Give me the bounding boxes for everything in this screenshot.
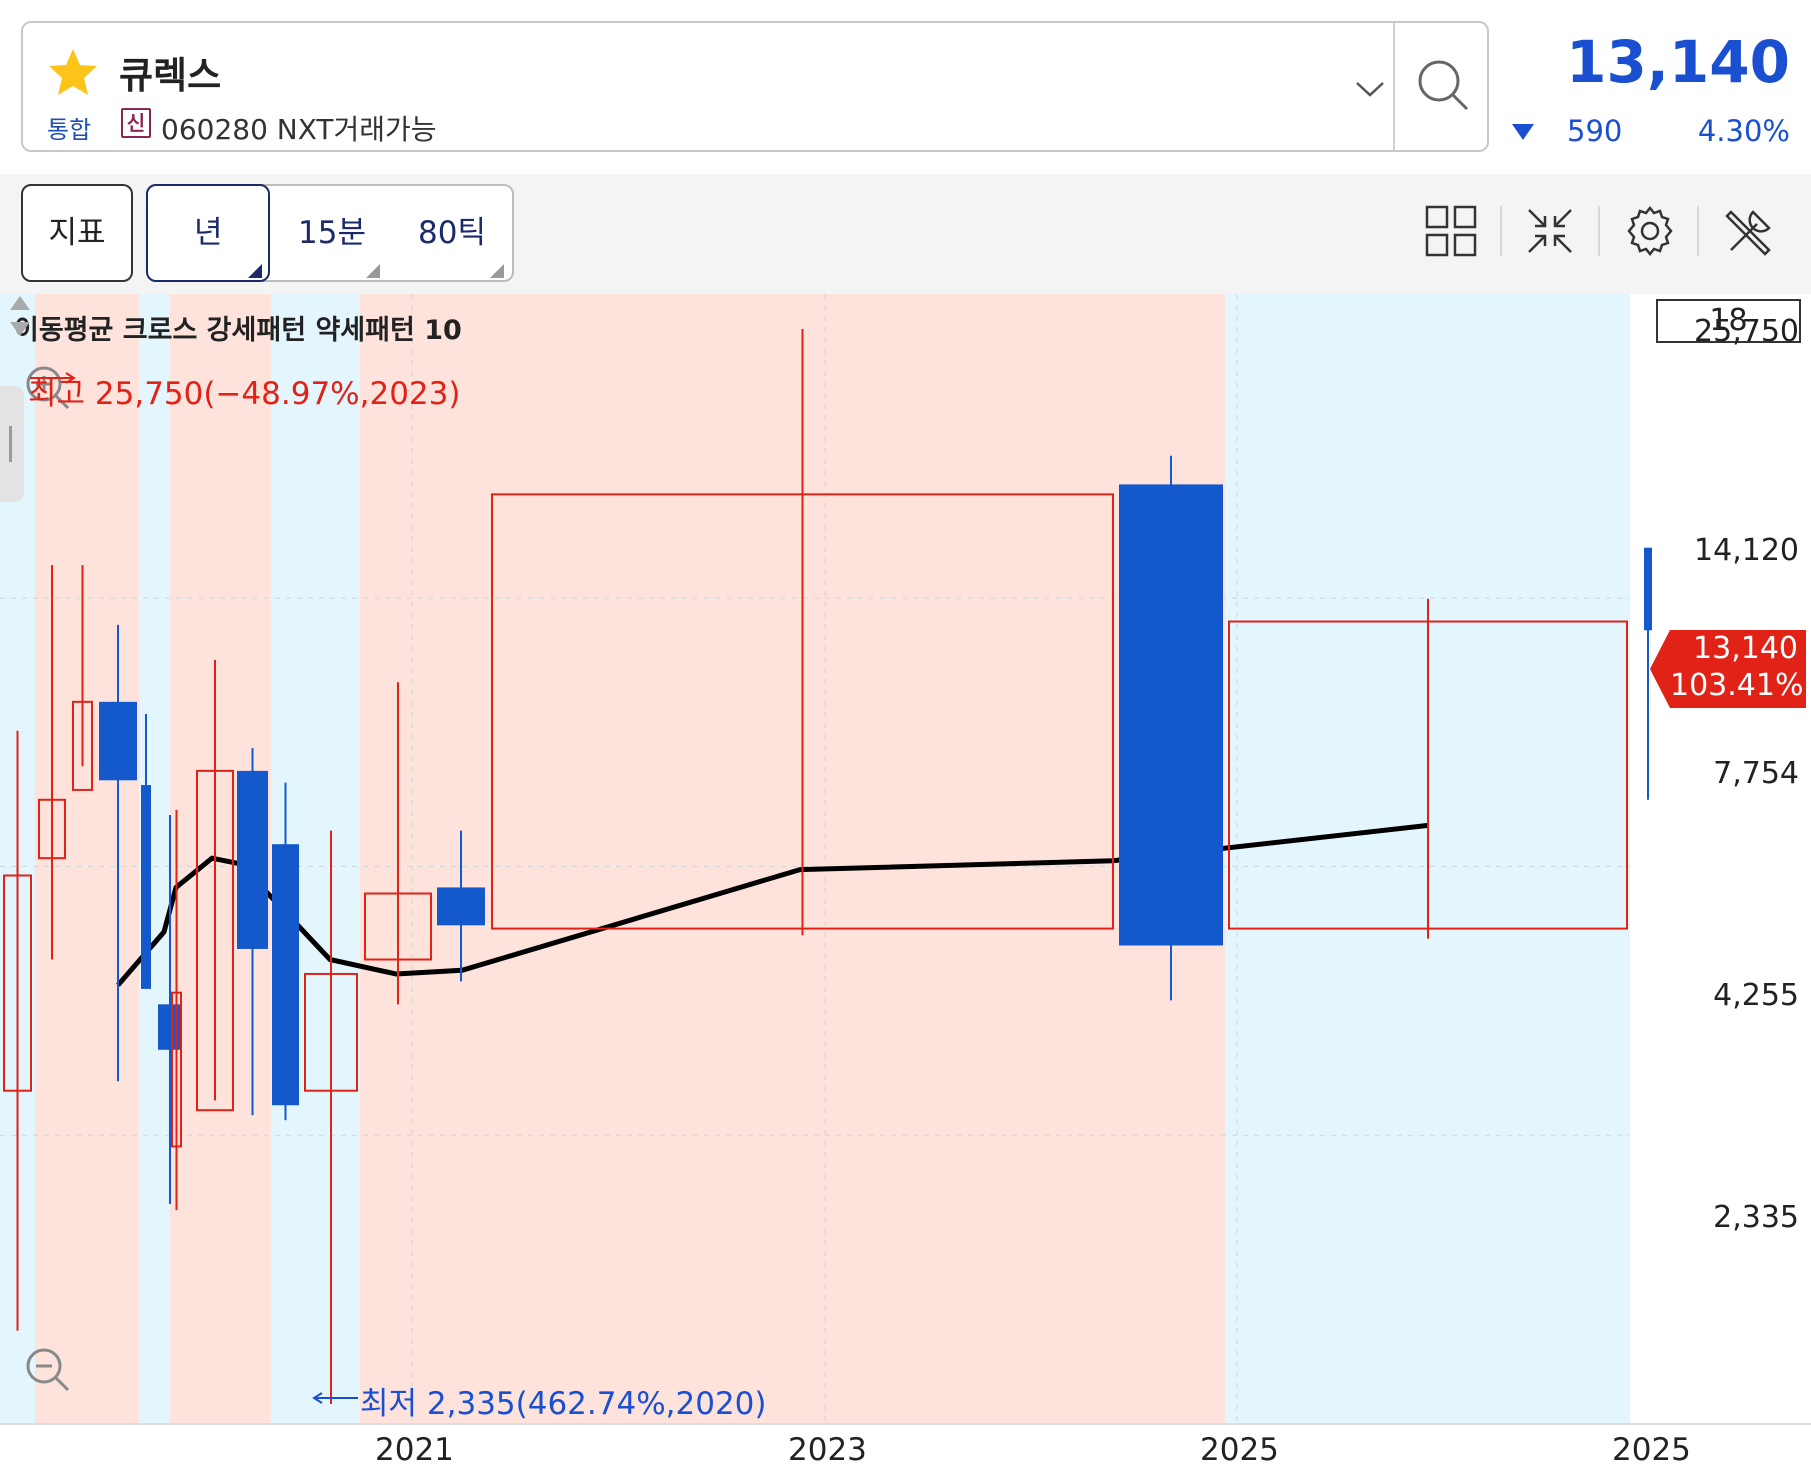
x-tick-label: 2025 (1200, 1432, 1279, 1468)
down-triangle-icon (1512, 124, 1534, 140)
current-price-pct: 103.41% (1670, 668, 1804, 703)
current-price-marker: 13,140 103.41% (1670, 630, 1806, 708)
down-candle-body (99, 701, 137, 781)
price-change: 590 (1567, 114, 1623, 148)
period-year[interactable]: 년 (194, 186, 223, 280)
high-price-text: 최고 25,750(−48.97%,2023) (28, 376, 461, 412)
side-panel-handle[interactable] (0, 386, 24, 502)
indicator-legend: 이동평균 크로스 강세패턴 약세패턴 10 (14, 315, 462, 346)
current-price-value: 13,140 (1693, 631, 1798, 666)
settings-gear-icon[interactable] (1623, 204, 1677, 258)
scroll-updown-icon[interactable] (0, 294, 40, 338)
left-arrow-icon (312, 1392, 358, 1404)
chart-toolbar: 지표 년 15분 80틱 (0, 174, 1811, 294)
stock-code-line: 060280 NXT거래가능 (161, 113, 437, 146)
market-tag: 통합 (47, 116, 92, 144)
low-price-label: 최저 2,335(462.74%,2020) (312, 1378, 767, 1423)
period-80tick-corner (490, 264, 504, 278)
period-15min[interactable]: 15분 (298, 186, 366, 280)
current-price-pointer (1650, 630, 1670, 708)
down-candle-body (1119, 484, 1223, 946)
price-change-pct: 4.30% (1697, 114, 1790, 148)
toolbar-separator (1500, 206, 1502, 256)
stock-search-box[interactable]: 큐렉스 통합 신 060280 NXT거래가능 (21, 21, 1489, 152)
down-candle-body (237, 770, 268, 949)
collapse-icon[interactable] (1523, 204, 1577, 258)
credit-badge: 신 (121, 108, 151, 138)
y-tick-label: 2,335 (1713, 1200, 1799, 1235)
chevron-down-icon[interactable] (1340, 63, 1400, 113)
y-tick-label: 7,754 (1713, 756, 1799, 791)
price-chart[interactable]: 이동평균 크로스 강세패턴 약세패턴 10 최고 25,750(−48.97%,… (0, 294, 1811, 1475)
x-tick-label: 2025 (1612, 1432, 1691, 1468)
indicator-button[interactable]: 지표 (21, 184, 133, 282)
zoom-out-icon[interactable] (22, 1344, 74, 1396)
y-tick-label: 14,120 (1694, 533, 1799, 568)
right-arrow-icon (30, 372, 76, 384)
y-tick-label: 25,750 (1694, 314, 1799, 349)
high-price-label: 최고 25,750(−48.97%,2023) (28, 368, 460, 413)
period-80tick[interactable]: 80틱 (418, 186, 486, 280)
search-icon[interactable] (1395, 23, 1489, 150)
tools-icon[interactable] (1723, 204, 1777, 258)
side-panel-handle-bar (9, 426, 12, 462)
down-candle-body (141, 785, 151, 989)
down-candle-body (158, 1004, 182, 1050)
period-selector: 년 15분 80틱 (146, 184, 514, 282)
down-candle-body (437, 887, 485, 926)
candlestick-chart[interactable] (0, 294, 1811, 1475)
down-candle-body (1644, 547, 1652, 631)
down-candle-body (272, 844, 299, 1106)
toolbar-separator (1598, 206, 1600, 256)
stock-name: 큐렉스 (119, 54, 222, 97)
low-price-text: 최저 2,335(462.74%,2020) (360, 1386, 767, 1422)
y-tick-label: 4,255 (1713, 978, 1799, 1013)
period-15min-corner (366, 264, 380, 278)
toolbar-separator (1697, 206, 1699, 256)
star-icon[interactable] (45, 45, 101, 101)
layout-grid-icon[interactable] (1424, 204, 1478, 258)
current-price: 13,140 (1566, 28, 1790, 96)
x-tick-label: 2021 (375, 1432, 454, 1468)
period-year-corner (248, 264, 262, 278)
x-tick-label: 2023 (788, 1432, 867, 1468)
